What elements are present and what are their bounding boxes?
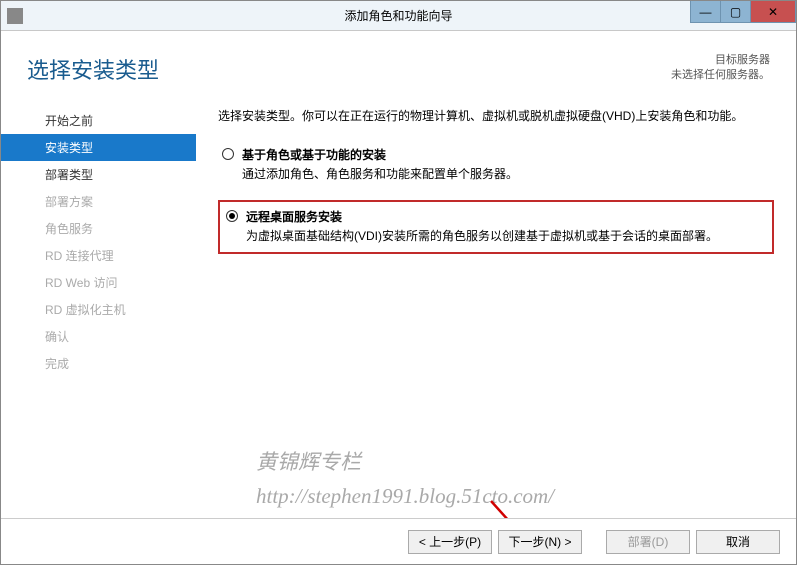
sidebar-item-4: 角色服务 <box>1 215 196 242</box>
radio-text-1: 远程桌面服务安装为虚拟桌面基础结构(VDI)安装所需的角色服务以创建基于虚拟机或… <box>246 208 766 244</box>
button-bar: < 上一步(P) 下一步(N) > 部署(D) 取消 <box>1 518 796 564</box>
cancel-button[interactable]: 取消 <box>696 530 780 554</box>
close-button[interactable]: ✕ <box>750 1 796 23</box>
sidebar-item-0[interactable]: 开始之前 <box>1 107 196 134</box>
radio-option-0[interactable]: 基于角色或基于功能的安装通过添加角色、角色服务和功能来配置单个服务器。 <box>218 142 774 186</box>
sidebar: 开始之前安装类型部署类型部署方案角色服务RD 连接代理RD Web 访问RD 虚… <box>1 99 196 377</box>
watermark: 黄锦辉专栏 http://stephen1991.blog.51cto.com/ <box>256 446 554 513</box>
sidebar-item-6: RD Web 访问 <box>1 269 196 296</box>
app-icon <box>7 8 23 24</box>
sidebar-item-7: RD 虚拟化主机 <box>1 296 196 323</box>
server-info: 目标服务器 未选择任何服务器。 <box>671 53 770 84</box>
radio-title-1: 远程桌面服务安装 <box>246 208 766 225</box>
sidebar-item-8: 确认 <box>1 323 196 350</box>
server-status: 未选择任何服务器。 <box>671 68 770 83</box>
sidebar-item-5: RD 连接代理 <box>1 242 196 269</box>
radio-group: 基于角色或基于功能的安装通过添加角色、角色服务和功能来配置单个服务器。远程桌面服… <box>218 142 774 254</box>
main-flex: 开始之前安装类型部署类型部署方案角色服务RD 连接代理RD Web 访问RD 虚… <box>1 99 796 377</box>
watermark-line1: 黄锦辉专栏 <box>256 446 554 480</box>
window-title: 添加角色和功能向导 <box>344 7 452 24</box>
radio-button-1[interactable] <box>226 210 238 222</box>
watermark-line2: http://stephen1991.blog.51cto.com/ <box>256 480 554 514</box>
instruction-text: 选择安装类型。你可以在正在运行的物理计算机、虚拟机或脱机虚拟硬盘(VHD)上安装… <box>218 107 774 124</box>
radio-button-0[interactable] <box>222 148 234 160</box>
radio-desc-0: 通过添加角色、角色服务和功能来配置单个服务器。 <box>242 165 770 182</box>
sidebar-item-1[interactable]: 安装类型 <box>1 134 196 161</box>
sidebar-item-3: 部署方案 <box>1 188 196 215</box>
titlebar: 添加角色和功能向导 — ▢ ✕ <box>1 1 796 31</box>
next-button[interactable]: 下一步(N) > <box>498 530 582 554</box>
deploy-button[interactable]: 部署(D) <box>606 530 690 554</box>
prev-button[interactable]: < 上一步(P) <box>408 530 492 554</box>
header-row: 选择安装类型 目标服务器 未选择任何服务器。 <box>1 31 796 99</box>
sidebar-item-2[interactable]: 部署类型 <box>1 161 196 188</box>
radio-desc-1: 为虚拟桌面基础结构(VDI)安装所需的角色服务以创建基于虚拟机或基于会话的桌面部… <box>246 227 766 244</box>
page-title: 选择安装类型 <box>27 53 159 85</box>
content-area: 选择安装类型 目标服务器 未选择任何服务器。 开始之前安装类型部署类型部署方案角… <box>1 31 796 564</box>
main-panel: 选择安装类型。你可以在正在运行的物理计算机、虚拟机或脱机虚拟硬盘(VHD)上安装… <box>196 99 796 377</box>
radio-option-1[interactable]: 远程桌面服务安装为虚拟桌面基础结构(VDI)安装所需的角色服务以创建基于虚拟机或… <box>218 200 774 254</box>
sidebar-item-9: 完成 <box>1 350 196 377</box>
radio-text-0: 基于角色或基于功能的安装通过添加角色、角色服务和功能来配置单个服务器。 <box>242 146 770 182</box>
minimize-button[interactable]: — <box>690 1 720 23</box>
maximize-button[interactable]: ▢ <box>720 1 750 23</box>
window-controls: — ▢ ✕ <box>690 1 796 23</box>
server-label: 目标服务器 <box>671 53 770 68</box>
radio-title-0: 基于角色或基于功能的安装 <box>242 146 770 163</box>
